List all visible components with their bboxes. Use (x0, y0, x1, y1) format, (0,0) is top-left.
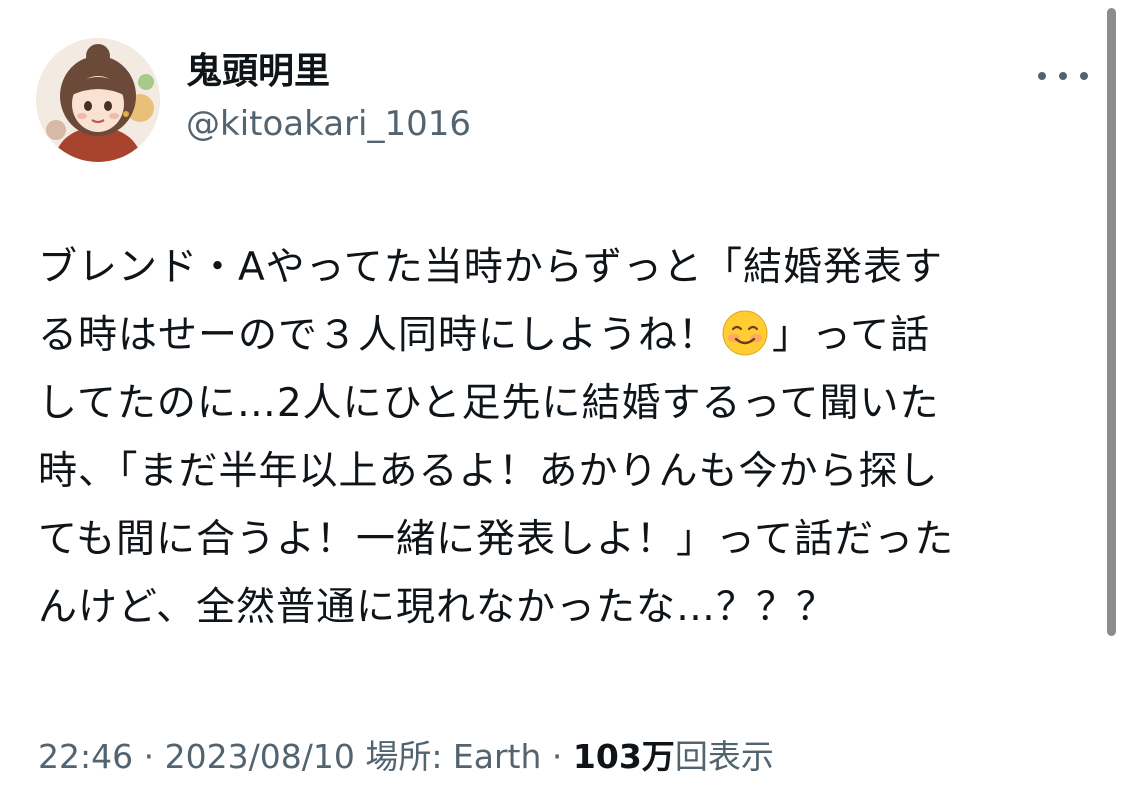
tweet-line: 時、「まだ半年以上あるよ！あかりんも今から探し (38, 449, 939, 494)
tweet-line-part: る時はせーので３人同時にしようね！ (38, 313, 719, 358)
tweet-line: んけど、全然普通に現れなかったな…？？？ (38, 585, 837, 630)
smiling-face-with-blush-icon (722, 310, 768, 356)
scrollbar[interactable] (1107, 8, 1116, 636)
author-display-name[interactable]: 鬼頭明里 (186, 48, 330, 96)
tweet-meta: 22:46 · 2023/08/10 場所: Earth · 103万回表示 (38, 734, 774, 780)
meta-separator: · (551, 737, 563, 776)
tweet-detail: 鬼頭明里 @kitoakari_1016 ブレンド・Aやってた当時からずっと「結… (0, 0, 1125, 808)
tweet-line: る時はせーので３人同時にしようね！ 」って話 (38, 302, 1078, 370)
more-options-button[interactable] (1038, 58, 1088, 94)
avatar[interactable] (36, 38, 160, 162)
tweet-date[interactable]: 2023/08/10 (165, 737, 355, 776)
tweet-line: ブレンド・Aやってた当時からずっと「結婚発表す (38, 245, 943, 290)
views-label: 回表示 (674, 737, 774, 776)
more-horizontal-icon (1038, 72, 1046, 80)
views-count: 103万 (572, 737, 675, 776)
tweet-line: ても間に合うよ！一緒に発表しよ！」って話だった (38, 517, 955, 562)
tweet-location: 場所: Earth (365, 737, 542, 776)
tweet-line-part: 」って話 (772, 313, 931, 358)
meta-separator: · (143, 737, 155, 776)
tweet-line: してたのに…2人にひと足先に結婚するって聞いた (38, 381, 940, 426)
author-handle[interactable]: @kitoakari_1016 (186, 102, 471, 146)
tweet-time[interactable]: 22:46 (38, 737, 133, 776)
tweet-text: ブレンド・Aやってた当時からずっと「結婚発表す る時はせーので３人同時にしようね… (38, 234, 1078, 642)
